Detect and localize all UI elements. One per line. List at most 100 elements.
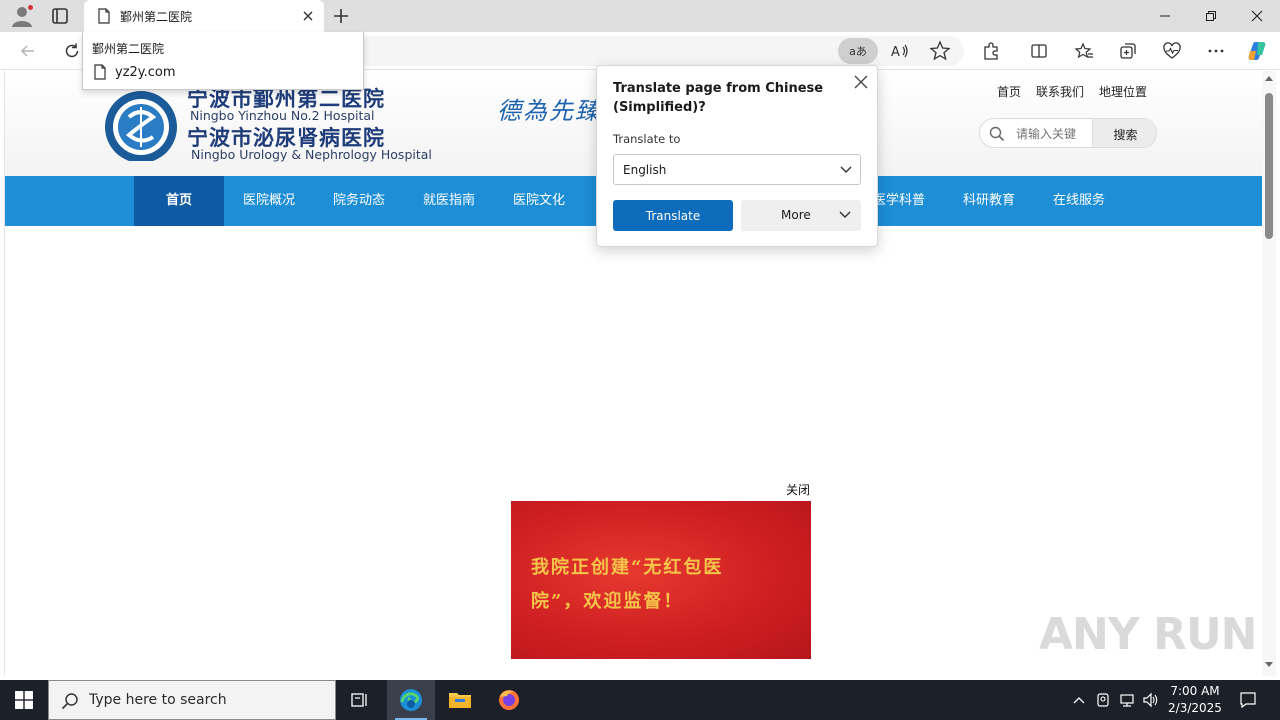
translate-page-button[interactable]: aあ [838,38,878,64]
tray-meet-now[interactable] [1092,680,1114,720]
read-aloud-icon[interactable]: A [888,39,912,63]
favorite-star-icon[interactable] [928,39,952,63]
tab-actions-icon [52,8,68,24]
close-icon [1251,10,1263,22]
page-scrollbar[interactable] [1262,71,1276,676]
puzzle-icon [984,42,998,60]
svg-text:A: A [891,45,900,60]
taskbar-file-explorer[interactable] [436,680,484,720]
chevron-down-icon [839,211,851,218]
top-link-location[interactable]: 地理位置 [1099,83,1147,100]
tab-actions-button[interactable] [48,4,72,28]
translate-title: Translate page from Chinese (Simplified)… [613,81,824,115]
language-select[interactable]: English [613,154,861,185]
scroll-thumb[interactable] [1265,93,1273,239]
promo-banner[interactable]: 我院正创建“无红包医 院”，欢迎监督！ [511,501,811,659]
task-view-icon [351,693,367,707]
clock-time: 7:00 AM [1170,684,1220,698]
start-button[interactable] [0,680,48,720]
nav-item-culture[interactable]: 医院文化 [494,176,584,226]
refresh-icon [65,43,79,58]
clock-date: 2/3/2025 [1168,701,1222,715]
tab-close-icon[interactable] [300,8,316,24]
chevron-down-icon [840,166,852,173]
minimize-button[interactable] [1142,0,1188,32]
scroll-up-icon[interactable] [1265,76,1273,81]
nav-item-home[interactable]: 首页 [134,176,224,226]
browser-essentials-button[interactable] [1160,39,1184,63]
search-icon [61,693,78,710]
meet-now-icon [1097,693,1109,707]
split-screen-icon [1031,44,1047,58]
extensions-button[interactable] [979,39,1003,63]
hospital-name-primary-en: Ningbo Yinzhou No.2 Hospital [190,108,375,123]
taskbar-search[interactable]: Type here to search [48,680,336,720]
windows-logo-icon [15,691,33,709]
search-input[interactable] [1016,124,1084,144]
restore-icon [1206,11,1216,21]
tab-title: 鄞州第二医院 [120,10,193,24]
favorites-button[interactable] [1072,39,1096,63]
top-link-home[interactable]: 首页 [997,83,1021,100]
collections-button[interactable] [1116,39,1140,63]
tab-strip: 鄞州第二医院 [0,0,1280,32]
browser-tab[interactable]: 鄞州第二医院 [84,0,324,32]
translate-to-label: Translate to [613,132,681,146]
edge-icon [400,689,422,711]
new-tab-icon[interactable] [330,5,352,27]
top-links: 首页 联系我们 地理位置 [997,83,1147,100]
hospital-logo [105,91,177,161]
more-button[interactable]: More [741,200,861,231]
task-view-button[interactable] [336,680,384,720]
tray-network[interactable] [1116,680,1138,720]
back-arrow-icon [20,45,34,57]
heartbeat-icon [1163,42,1181,59]
settings-more-button[interactable] [1204,39,1228,63]
nav-item-news[interactable]: 院务动态 [314,176,404,226]
taskbar-clock[interactable]: 7:00 AM 2/3/2025 [1160,683,1230,717]
search-button[interactable]: 搜索 [1092,119,1156,147]
collections-icon [1120,43,1136,59]
suggestion-url: yz2y.com [115,64,176,80]
search-icon [989,126,1005,142]
close-window-button[interactable] [1234,0,1280,32]
folder-icon [449,693,471,708]
taskbar-edge[interactable] [387,680,435,720]
tray-overflow-button[interactable] [1068,680,1090,720]
hospital-motto: 德為先臻 [497,97,601,125]
taskbar-firefox[interactable] [485,680,533,720]
site-search: 搜索 [979,118,1157,148]
refresh-button[interactable] [60,39,84,63]
page-icon [98,8,110,24]
copilot-icon [1248,42,1266,60]
banner-text-line1: 我院正创建“无红包医 [531,557,724,578]
favorites-icon [1074,42,1093,59]
copilot-button[interactable] [1245,39,1269,63]
omnibox-url-suggestion[interactable]: yz2y.com [93,64,176,80]
notification-dot [27,4,34,11]
nav-item-online[interactable]: 在线服务 [1034,176,1124,226]
back-button[interactable] [16,39,40,63]
split-screen-button[interactable] [1027,39,1051,63]
translate-button[interactable]: Translate [613,200,733,231]
nav-item-guide[interactable]: 就医指南 [404,176,494,226]
restore-button[interactable] [1188,0,1234,32]
top-link-contact[interactable]: 联系我们 [1036,83,1084,100]
minimize-icon [1160,15,1170,17]
omnibox-title-suggestion[interactable]: 鄞州第二医院 [92,40,164,57]
network-icon [1120,694,1134,707]
nav-item-overview[interactable]: 医院概况 [224,176,314,226]
scroll-down-icon[interactable] [1265,662,1273,667]
omnibox-dropdown: 鄞州第二医院 yz2y.com [82,32,364,90]
hospital-name-secondary-en: Ningbo Urology & Nephrology Hospital [191,147,432,162]
more-button-label: More [781,208,811,222]
profile-button[interactable] [10,4,34,28]
notification-icon [1240,692,1256,709]
nav-item-research[interactable]: 科研教育 [944,176,1034,226]
volume-icon [1143,692,1158,708]
notification-center-button[interactable] [1236,680,1260,720]
banner-text-line2: 院”，欢迎监督！ [531,591,684,612]
popup-close-link[interactable]: 关闭 [786,481,810,498]
tray-volume[interactable] [1140,680,1162,720]
close-icon[interactable] [853,74,869,90]
